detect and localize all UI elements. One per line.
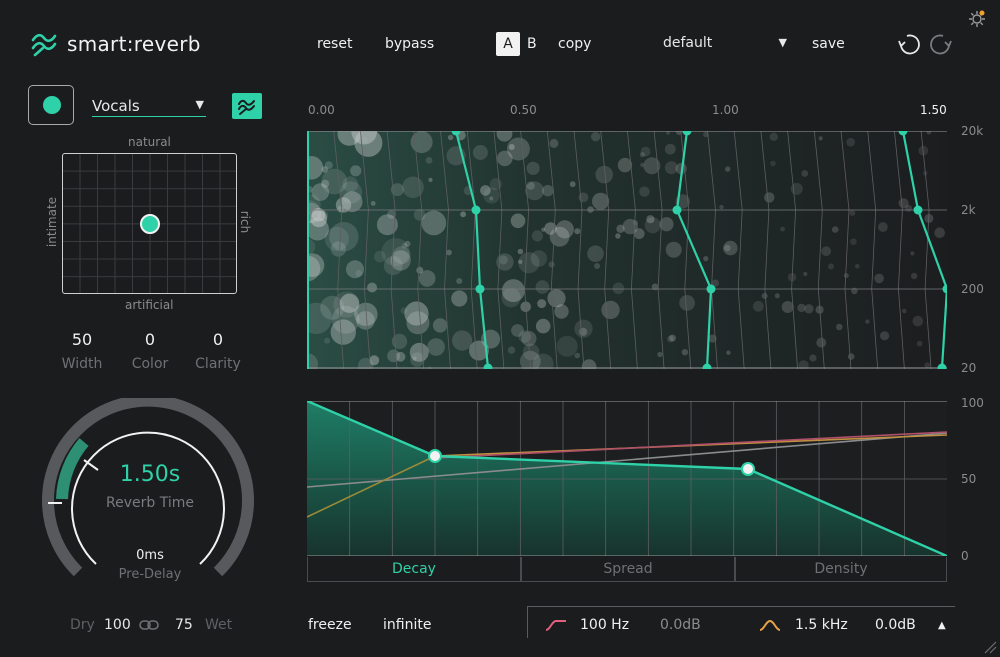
high-shelf-freq[interactable]: 1.5 kHz — [795, 617, 848, 633]
tab-density[interactable]: Density — [735, 557, 947, 582]
tab-decay[interactable]: Decay — [307, 557, 521, 582]
copy-button[interactable]: copy — [558, 36, 591, 52]
chevron-up-icon[interactable]: ▲ — [938, 620, 946, 631]
wet-value[interactable]: 75 — [175, 617, 193, 633]
width-value[interactable]: 50 — [52, 330, 112, 349]
bypass-button[interactable]: bypass — [385, 36, 434, 52]
tab-spread[interactable]: Spread — [521, 557, 735, 582]
xy-label-right: rich — [238, 210, 252, 234]
save-button[interactable]: save — [812, 36, 845, 52]
xy-label-top: natural — [128, 135, 171, 149]
ab-b-button[interactable]: B — [527, 36, 537, 52]
clarity-label: Clarity — [195, 356, 241, 372]
reset-button[interactable]: reset — [317, 36, 352, 52]
freq-tick: 2k — [961, 203, 976, 217]
time-tick: 1.50 — [920, 103, 947, 117]
amount-tick: 0 — [961, 549, 969, 563]
high-shelf-gain[interactable]: 0.0dB — [875, 617, 916, 633]
decay-graph[interactable] — [307, 401, 947, 556]
preset-select[interactable]: default ▼ — [663, 35, 789, 55]
record-icon — [43, 96, 61, 114]
freq-tick: 20 — [961, 361, 977, 375]
preset-value: default — [663, 35, 713, 51]
low-cut-gain[interactable]: 0.0dB — [660, 617, 701, 633]
time-tick: 0.00 — [308, 103, 335, 117]
resize-handle-icon[interactable] — [983, 640, 997, 654]
amount-tick: 50 — [961, 472, 977, 486]
xy-label-bottom: artificial — [125, 298, 174, 312]
xy-pad-handle[interactable] — [140, 214, 160, 234]
color-value[interactable]: 0 — [120, 330, 180, 349]
reverb-time-label: Reverb Time — [106, 495, 194, 511]
time-tick: 1.00 — [712, 103, 739, 117]
dry-label: Dry — [70, 617, 95, 633]
link-icon[interactable] — [139, 619, 159, 631]
undo-icon[interactable] — [895, 32, 923, 56]
redo-icon[interactable] — [927, 32, 955, 56]
infinite-button[interactable]: infinite — [383, 617, 431, 633]
freeze-button[interactable]: freeze — [308, 617, 352, 633]
wet-label: Wet — [205, 617, 233, 633]
dry-value[interactable]: 100 — [104, 617, 131, 633]
reverb-time-value: 1.50s — [119, 462, 181, 487]
low-cut-filter-icon[interactable] — [544, 618, 568, 632]
freq-tick: 200 — [961, 282, 984, 296]
low-cut-freq[interactable]: 100 Hz — [580, 617, 629, 633]
xy-label-left: intimate — [45, 196, 59, 248]
pre-delay-value[interactable]: 0ms — [110, 548, 190, 563]
settings-icon[interactable] — [968, 10, 986, 28]
amount-tick: 100 — [961, 396, 984, 410]
freq-tick: 20k — [961, 124, 984, 138]
profile-select[interactable]: Vocals ▼ — [92, 95, 206, 117]
pre-delay-label: Pre-Delay — [118, 567, 182, 582]
clarity-value[interactable]: 0 — [188, 330, 248, 349]
profile-value: Vocals — [92, 97, 140, 115]
app-title: smart:reverb — [67, 32, 201, 56]
profile-mode-button[interactable] — [232, 93, 262, 119]
high-shelf-filter-icon[interactable] — [758, 618, 782, 632]
learn-button[interactable] — [28, 85, 74, 125]
time-tick: 0.50 — [510, 103, 537, 117]
chevron-down-icon: ▼ — [195, 98, 204, 111]
ab-a-button[interactable]: A — [496, 32, 520, 56]
spectrogram-display[interactable] — [307, 131, 947, 369]
chevron-down-icon: ▼ — [778, 36, 787, 49]
logo-icon — [31, 33, 57, 57]
